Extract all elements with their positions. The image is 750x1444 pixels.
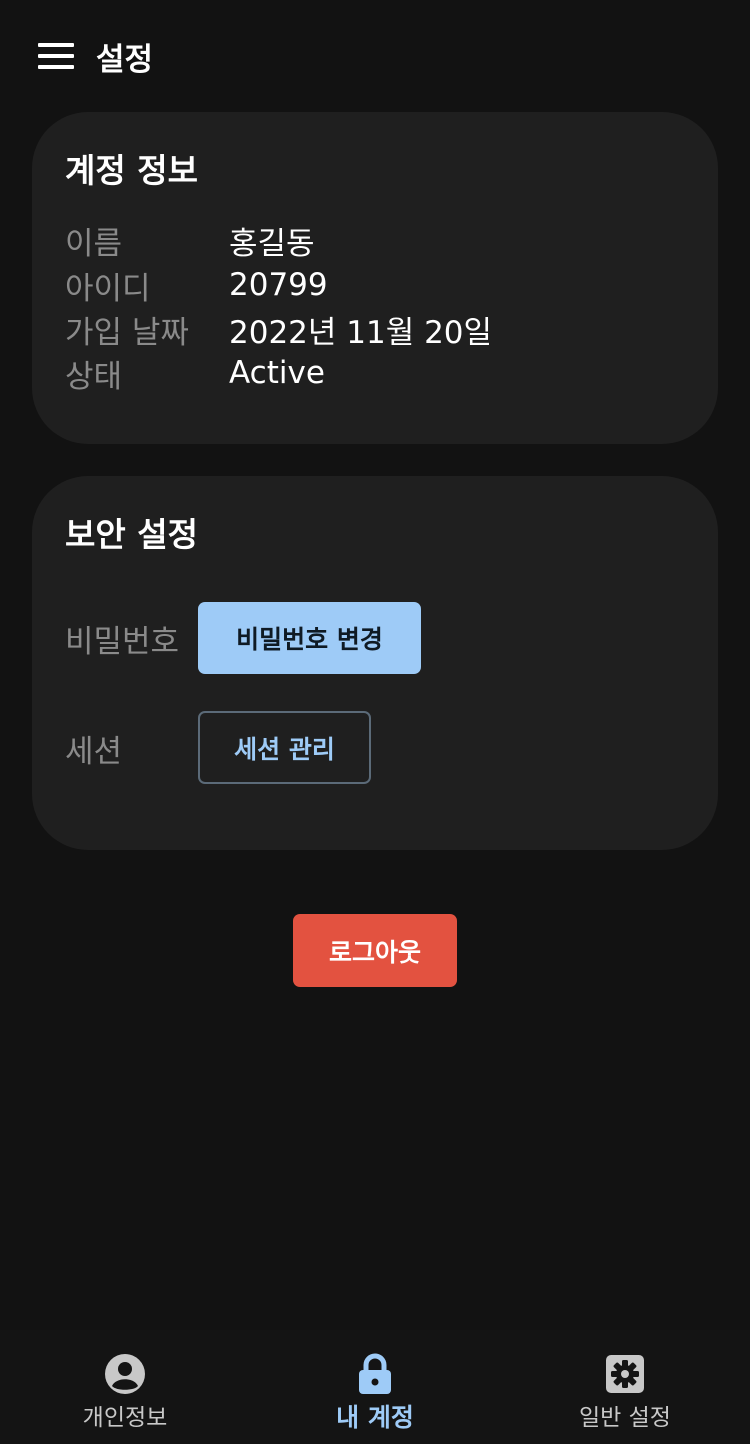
settings-icon <box>603 1352 647 1396</box>
nav-item-my-account[interactable]: 내 계정 <box>250 1330 500 1444</box>
info-label-status: 상태 <box>65 358 123 395</box>
bottom-navigation: 개인정보 내 계정 일반 설정 <box>0 1330 750 1444</box>
account-info-card: 계정 정보 이름 홍길동 아이디 20799 가입 날짜 2022년 11월 2… <box>32 112 718 444</box>
info-label-id: 아이디 <box>65 270 151 307</box>
info-label-name: 이름 <box>65 225 123 262</box>
info-value-status: Active <box>229 355 325 391</box>
session-label: 세션 <box>65 734 123 770</box>
nav-item-general-settings[interactable]: 일반 설정 <box>500 1330 750 1444</box>
page-title: 설정 <box>96 42 154 78</box>
info-row-status: 상태 Active <box>65 351 325 395</box>
nav-item-personal-info[interactable]: 개인정보 <box>0 1330 250 1444</box>
password-label: 비밀번호 <box>65 624 180 660</box>
info-value-join-date: 2022년 11월 20일 <box>229 314 493 351</box>
app-bar: 설정 <box>0 0 750 110</box>
lock-icon <box>353 1352 397 1396</box>
nav-label-general-settings: 일반 설정 <box>579 1405 671 1431</box>
nav-label-my-account: 내 계정 <box>336 1403 414 1432</box>
change-password-button[interactable]: 비밀번호 변경 <box>198 602 421 674</box>
info-row-id: 아이디 20799 <box>65 263 328 307</box>
nav-label-personal-info: 개인정보 <box>82 1405 168 1431</box>
menu-icon[interactable] <box>34 38 78 74</box>
logout-button[interactable]: 로그아웃 <box>293 914 457 987</box>
info-row-name: 이름 홍길동 <box>65 218 315 262</box>
settings-screen: 설정 계정 정보 이름 홍길동 아이디 20799 가입 날짜 2022년 11… <box>0 0 750 1444</box>
info-row-join-date: 가입 날짜 2022년 11월 20일 <box>65 307 492 351</box>
account-info-title: 계정 정보 <box>65 151 198 190</box>
security-settings-title: 보안 설정 <box>65 515 198 554</box>
info-value-id: 20799 <box>229 267 328 303</box>
account-circle-icon <box>103 1352 147 1396</box>
security-settings-card: 보안 설정 비밀번호 비밀번호 변경 세션 세션 관리 <box>32 476 718 850</box>
manage-sessions-button[interactable]: 세션 관리 <box>198 711 371 784</box>
info-label-join-date: 가입 날짜 <box>65 314 189 351</box>
info-value-name: 홍길동 <box>229 225 315 262</box>
